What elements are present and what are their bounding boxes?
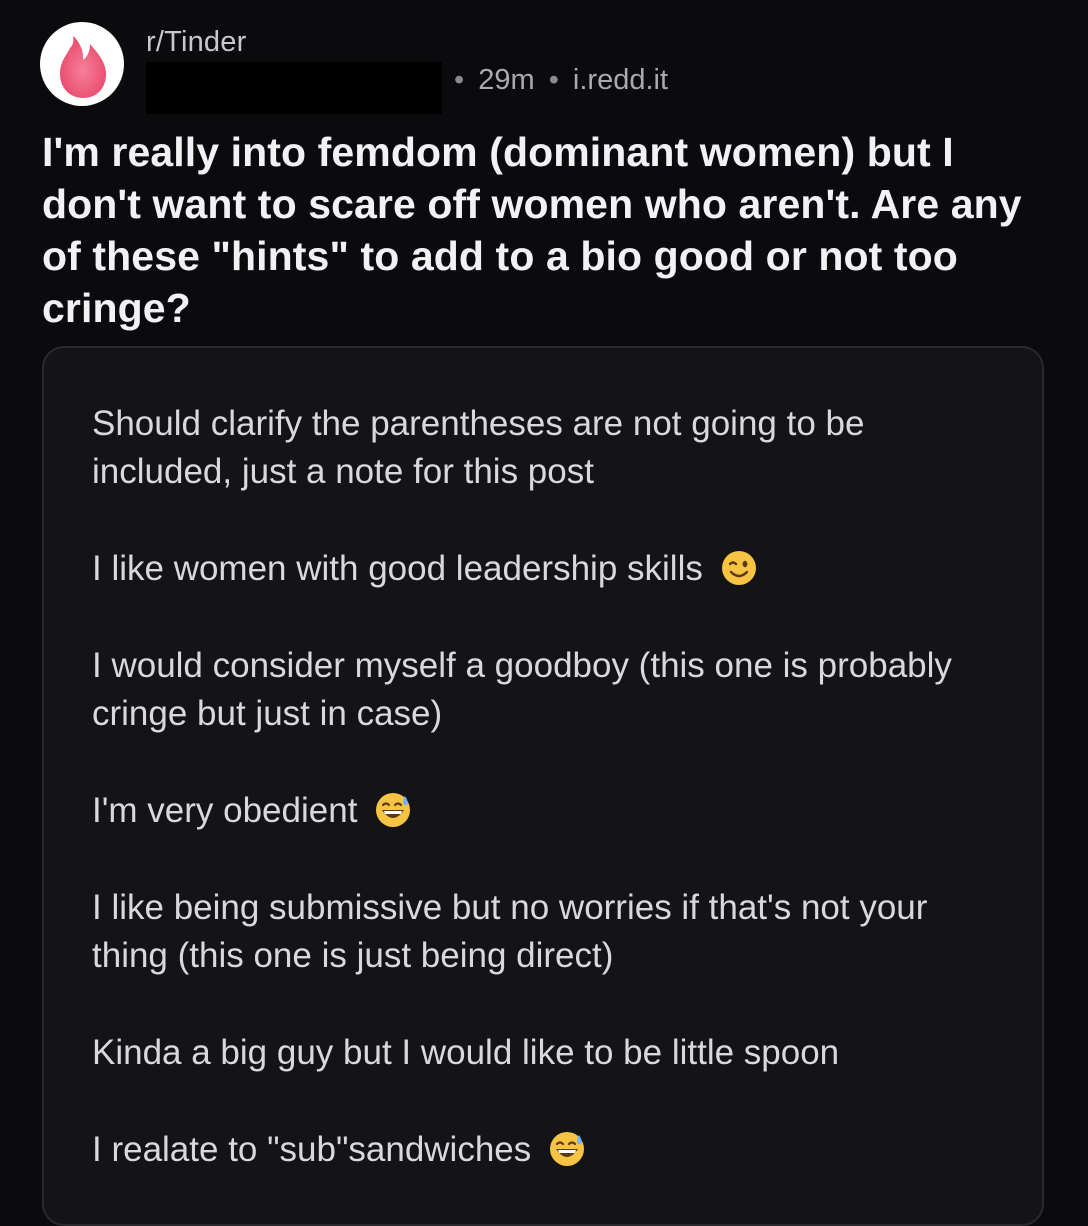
- note-text: I like women with good leadership skills: [92, 549, 703, 588]
- redacted-username: [146, 62, 442, 114]
- list-item: Should clarify the parentheses are not g…: [92, 400, 1012, 496]
- post-title[interactable]: I'm really into femdom (dominant women) …: [42, 126, 1032, 334]
- note-text: Kinda a big guy but I would like to be l…: [92, 1033, 840, 1072]
- post-domain[interactable]: i.redd.it: [573, 64, 668, 96]
- post-image[interactable]: Should clarify the parentheses are not g…: [42, 346, 1044, 1226]
- post-meta: • 29m • i.redd.it: [448, 64, 668, 97]
- list-item: I would consider myself a goodboy (this …: [92, 642, 1012, 738]
- note-text: I like being submissive but no worries i…: [92, 888, 928, 975]
- list-item: Kinda a big guy but I would like to be l…: [92, 1029, 1012, 1077]
- community-avatar[interactable]: [40, 22, 124, 106]
- winking-face-icon: [721, 551, 756, 585]
- bio-hints-list: Should clarify the parentheses are not g…: [92, 400, 1012, 1223]
- meta-separator: •: [548, 64, 559, 96]
- post-header: r/Tinder • 29m • i.redd.it: [40, 22, 1040, 114]
- note-text: Should clarify the parentheses are not g…: [92, 404, 865, 491]
- list-item: I realate to "sub"sandwiches: [92, 1126, 1012, 1174]
- list-item: I like being submissive but no worries i…: [92, 884, 1012, 980]
- grinning-sweat-icon: [550, 1132, 584, 1166]
- note-text: I realate to "sub"sandwiches: [92, 1130, 532, 1169]
- list-item: I'm very obedient: [92, 787, 1012, 835]
- meta-separator: •: [454, 64, 465, 96]
- grinning-sweat-icon: [376, 793, 411, 827]
- note-text: I'm very obedient: [92, 791, 358, 830]
- note-text: I would consider myself a goodboy (this …: [92, 646, 952, 733]
- post-time: 29m: [478, 64, 535, 96]
- tinder-flame-icon: [60, 36, 106, 98]
- list-item: I like women with good leadership skills: [92, 545, 1012, 593]
- community-name[interactable]: r/Tinder: [146, 26, 246, 59]
